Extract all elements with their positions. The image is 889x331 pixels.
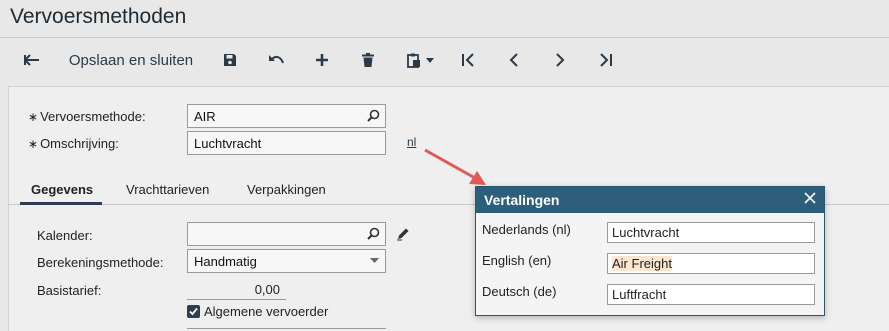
translations-dialog: Vertalingen Nederlands (nl) Luchtvracht … [475, 186, 825, 316]
first-icon [462, 53, 474, 67]
add-button[interactable] [308, 46, 336, 74]
calculation-method-select[interactable]: Handmatig [187, 249, 386, 273]
tab-vrachttarieven[interactable]: Vrachttarieven [126, 182, 209, 197]
translation-label-de: Deutsch (de) [482, 284, 557, 299]
translation-value-en: Air Freight [612, 256, 672, 271]
back-button[interactable] [18, 46, 46, 74]
trash-icon [362, 53, 374, 67]
search-icon[interactable] [367, 227, 380, 240]
tab-gegevens[interactable]: Gegevens [31, 182, 93, 197]
description-field[interactable]: Luchtvracht [187, 131, 386, 155]
translation-input-en[interactable]: Air Freight [607, 253, 815, 274]
search-icon[interactable] [367, 109, 380, 122]
calendar-field[interactable] [187, 222, 386, 246]
translation-input-nl[interactable]: Luchtvracht [607, 222, 815, 243]
active-tab-indicator [20, 202, 102, 205]
general-carrier-label: Algemene vervoerder [204, 304, 329, 319]
required-marker: ∗ [28, 110, 39, 124]
description-label: ∗ Omschrijving: [28, 136, 119, 151]
method-label: ∗ Vervoersmethode: [28, 109, 146, 124]
save-and-close-label: Opslaan en sluiten [68, 51, 194, 69]
next-field-edge [187, 328, 386, 329]
translation-label-nl: Nederlands (nl) [482, 222, 571, 237]
translation-label-en: English (en) [482, 253, 552, 268]
close-icon[interactable] [804, 192, 816, 204]
translation-input-de[interactable]: Luftfracht [607, 284, 815, 305]
first-record-button[interactable] [454, 46, 482, 74]
last-record-button[interactable] [592, 46, 620, 74]
delete-button[interactable] [354, 46, 382, 74]
page-title: Vervoersmethoden [10, 5, 187, 28]
next-record-button[interactable] [546, 46, 574, 74]
previous-record-button[interactable] [500, 46, 528, 74]
calculation-method-value: Handmatig [194, 254, 257, 269]
undo-button[interactable] [262, 46, 290, 74]
method-label-text: Vervoersmethode: [40, 109, 146, 124]
method-value: AIR [194, 109, 216, 124]
edit-icon[interactable] [396, 227, 410, 241]
required-marker: ∗ [28, 137, 39, 151]
plus-icon [316, 54, 328, 66]
description-value: Luchtvracht [194, 136, 262, 151]
check-icon [189, 307, 198, 316]
language-link[interactable]: nl [407, 135, 416, 149]
translation-value-nl: Luchtvracht [612, 225, 680, 240]
save-and-close-button[interactable]: Opslaan en sluiten [62, 46, 200, 74]
chevron-down-icon [370, 258, 379, 263]
title-divider [0, 37, 889, 38]
base-rate-field[interactable]: 0,00 [187, 280, 286, 300]
next-icon [556, 53, 565, 67]
general-carrier-checkbox[interactable] [187, 305, 200, 318]
translations-dialog-header: Vertalingen [476, 187, 824, 213]
last-icon [600, 53, 612, 67]
prev-icon [509, 53, 518, 67]
arrow-left-icon [24, 54, 39, 66]
paste-dropdown-button[interactable] [400, 46, 440, 74]
undo-icon [269, 55, 284, 64]
clipboard-icon [406, 53, 420, 68]
tab-verpakkingen[interactable]: Verpakkingen [247, 182, 326, 197]
base-rate-label: Basistarief: [37, 283, 102, 298]
translations-dialog-title: Vertalingen [484, 192, 560, 208]
calculation-method-label: Berekeningsmethode: [37, 255, 164, 270]
translation-value-de: Luftfracht [612, 287, 667, 302]
description-label-text: Omschrijving: [40, 136, 119, 151]
method-field[interactable]: AIR [187, 104, 386, 128]
save-button[interactable] [216, 46, 244, 74]
save-icon [224, 54, 236, 66]
calendar-label: Kalender: [37, 228, 93, 243]
caret-down-icon [425, 57, 434, 63]
